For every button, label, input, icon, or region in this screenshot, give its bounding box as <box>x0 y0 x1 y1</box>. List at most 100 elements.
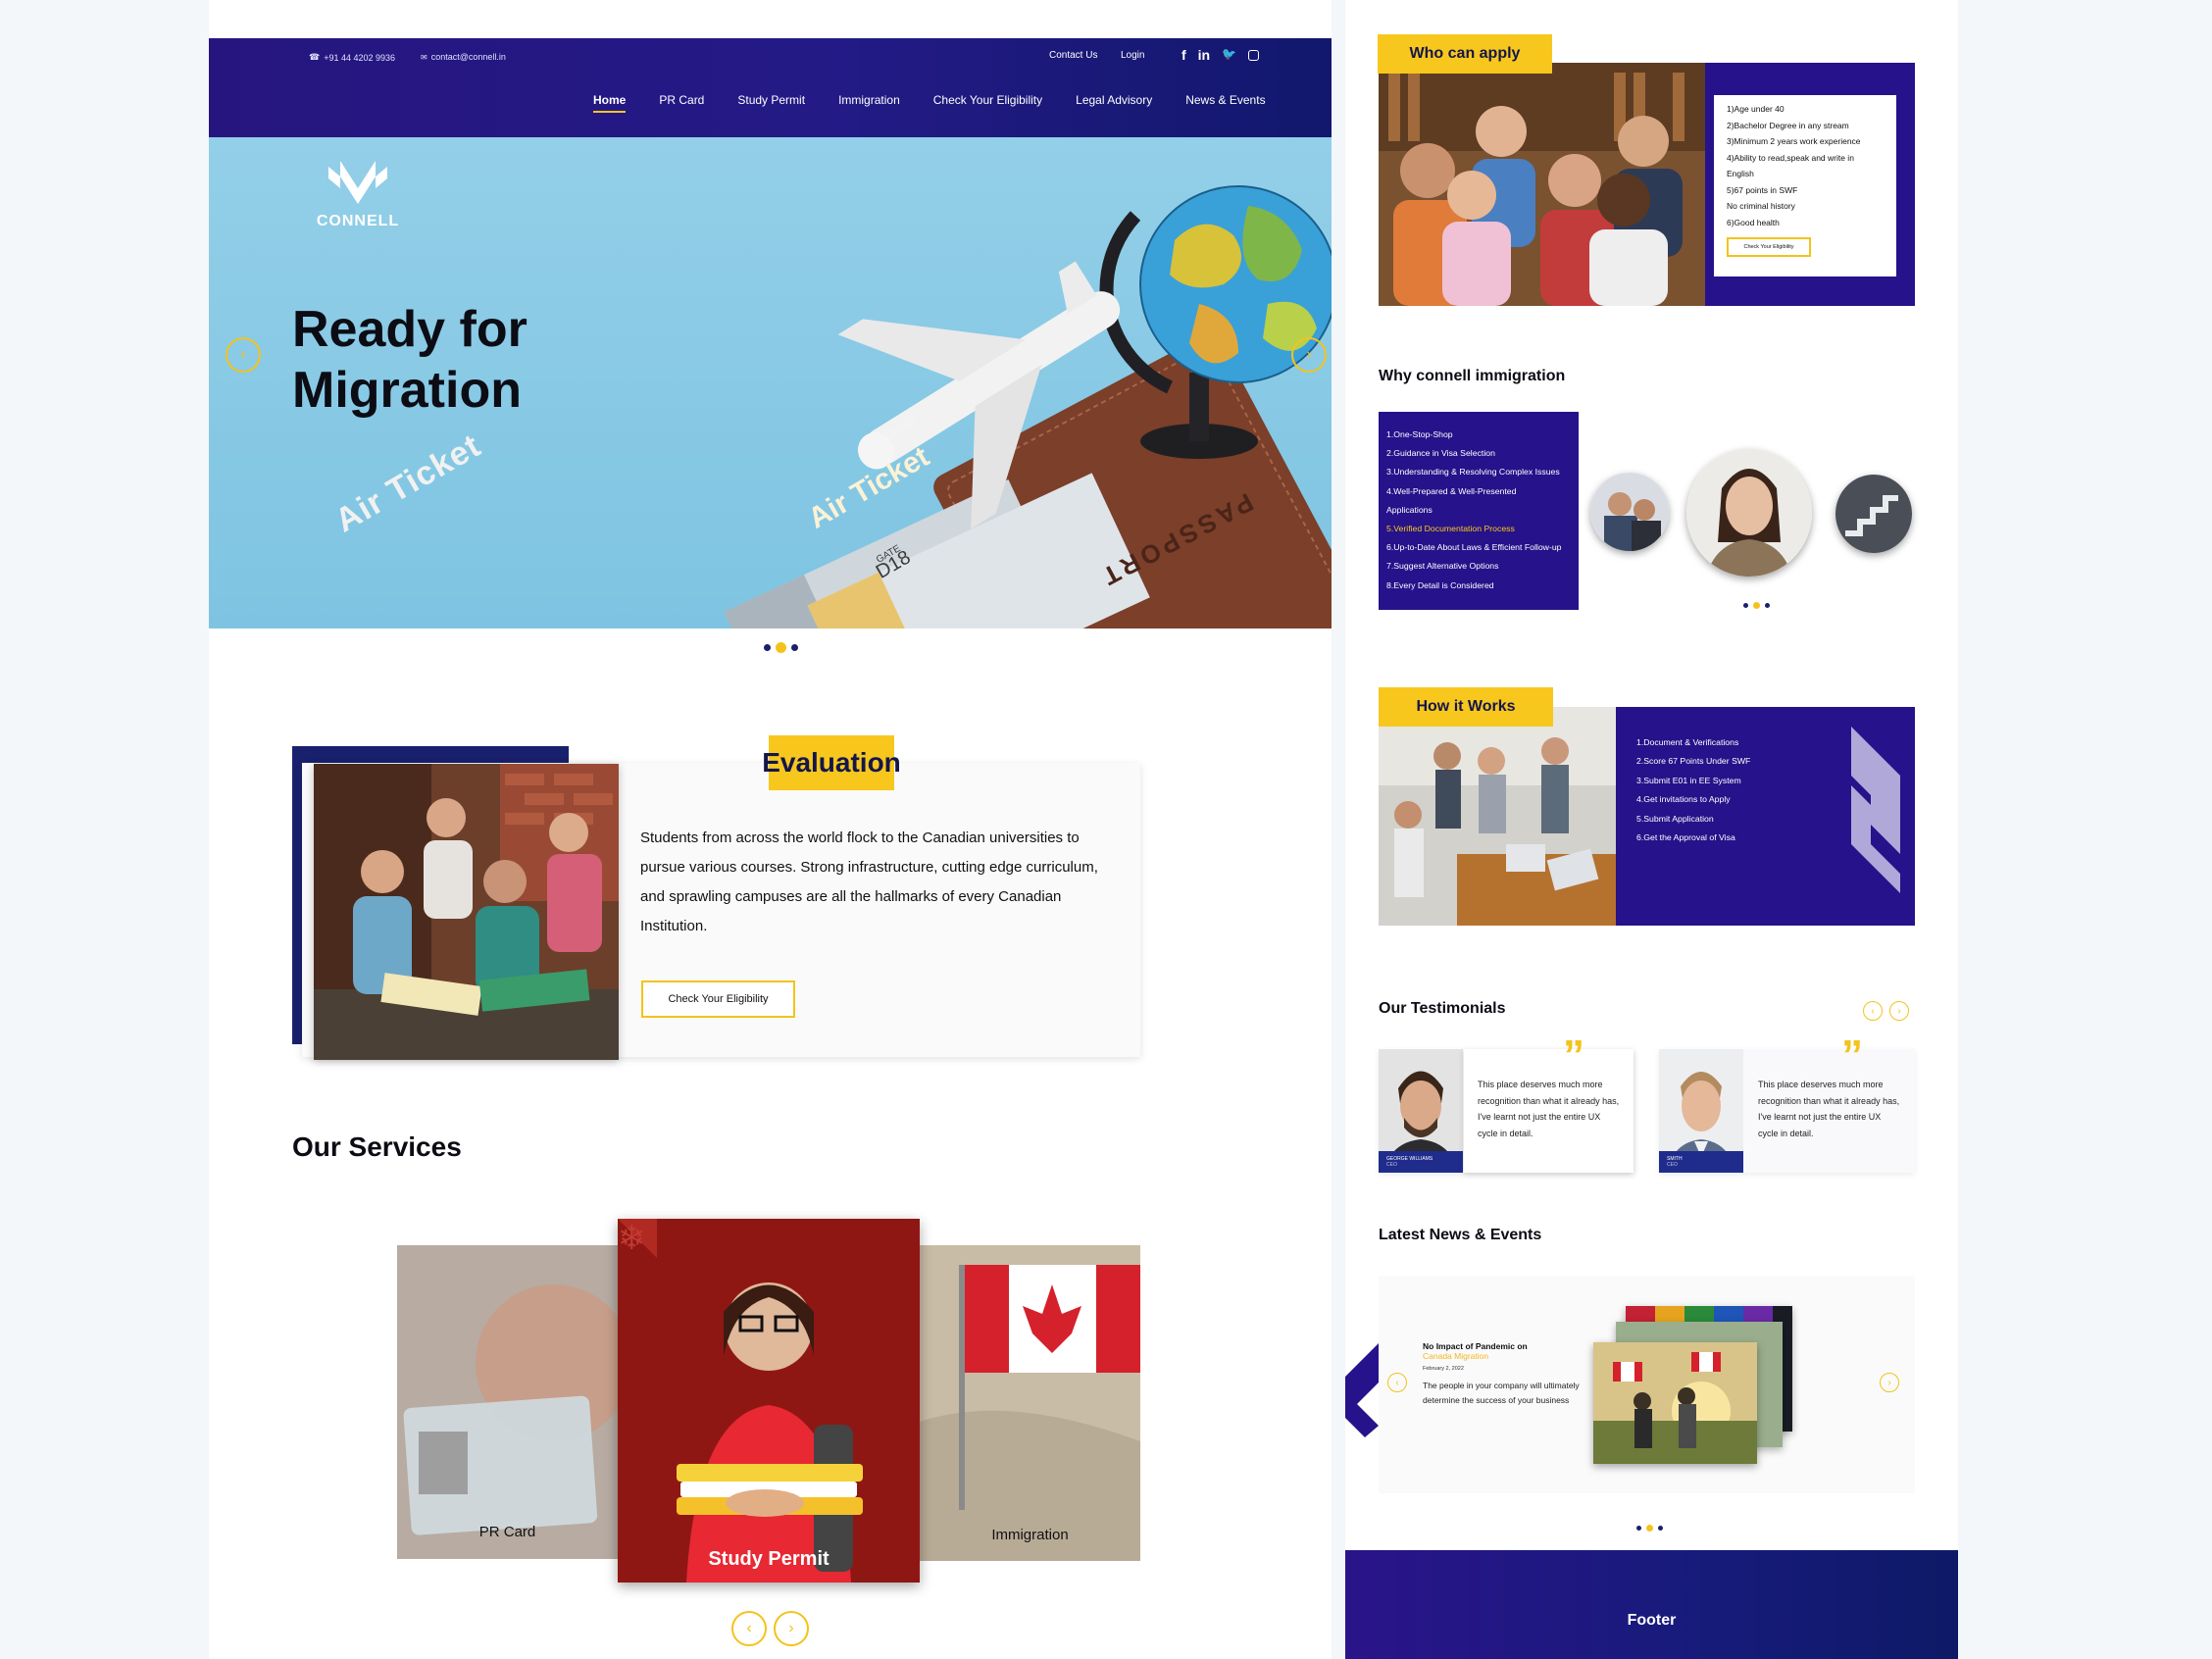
quote-icon: ” <box>1563 1031 1584 1080</box>
quote-icon: ” <box>1841 1031 1863 1080</box>
who-can-apply-photo <box>1379 63 1705 306</box>
criteria-item: 2)Bachelor Degree in any stream <box>1727 120 1849 130</box>
pagination-dot[interactable] <box>1636 1526 1641 1531</box>
testimonial-text-2: This place deserves much more recognitio… <box>1744 1049 1915 1173</box>
testimonial-photo-2: SMITH CEO <box>1659 1049 1743 1173</box>
pagination-dot[interactable] <box>1765 603 1770 608</box>
why-connell-title: Why connell immigration <box>1379 368 1566 384</box>
reason-item-highlighted: 5.Verified Documentation Process <box>1386 524 1515 534</box>
study-permit-image <box>618 1219 920 1583</box>
phone-icon: ☎ <box>309 52 321 62</box>
service-label-pr-card: PR Card <box>478 1524 536 1540</box>
home-page: ☎ +91 44 4202 9936 ✉ contact@connell.in … <box>209 0 1332 1659</box>
service-card-pr-card[interactable]: PR Card <box>397 1245 618 1559</box>
news-image-front[interactable] <box>1593 1342 1757 1464</box>
chevron-left-icon: ‹ <box>746 1620 752 1636</box>
facebook-icon[interactable]: f <box>1181 47 1186 63</box>
why-connell-image-2[interactable] <box>1686 449 1812 577</box>
how-it-works-steps: 1.Document & Verifications 2.Score 67 Po… <box>1636 733 1750 847</box>
top-header: ☎ +91 44 4202 9936 ✉ contact@connell.in … <box>209 38 1332 137</box>
services-next-button[interactable]: › <box>774 1611 809 1646</box>
news-pagination <box>1636 1525 1663 1532</box>
nav-immigration[interactable]: Immigration <box>838 93 900 113</box>
main-nav: Home PR Card Study Permit Immigration Ch… <box>593 93 1266 113</box>
why-connell-pagination <box>1743 602 1770 609</box>
footer: Footer <box>1345 1550 1958 1659</box>
testimonials-prev-button[interactable]: ‹ <box>1863 1001 1883 1021</box>
reason-item: 3.Understanding & Resolving Complex Issu… <box>1386 467 1560 478</box>
testimonial-name-1: GEORGE WILLIAMS CEO <box>1379 1151 1463 1173</box>
connell-logo[interactable]: CONNELL <box>307 159 409 230</box>
news-next-button[interactable]: › <box>1880 1373 1899 1392</box>
phone-contact[interactable]: ☎ +91 44 4202 9936 <box>309 52 395 63</box>
service-label-immigration: Immigration <box>991 1527 1069 1543</box>
service-card-study-permit[interactable]: ❄ Study Permit <box>618 1219 920 1583</box>
testimonial-card-2: SMITH CEO This place deserves much more r… <box>1659 1034 1915 1173</box>
login-link[interactable]: Login <box>1121 50 1144 61</box>
news-article[interactable]: No Impact of Pandemic on Canada Migratio… <box>1423 1341 1580 1407</box>
chevron-right-icon: › <box>1887 1377 1891 1388</box>
pagination-dot-active[interactable] <box>1646 1525 1653 1532</box>
news-title: Latest News & Events <box>1379 1227 1542 1243</box>
criteria-item: English <box>1727 169 1754 178</box>
who-can-apply-list: 1)Age under 40 2)Bachelor Degree in any … <box>1727 101 1896 230</box>
reason-item: 7.Suggest Alternative Options <box>1386 561 1499 572</box>
pagination-dot-active[interactable] <box>776 642 786 653</box>
reason-item: 1.One-Stop-Shop <box>1386 429 1453 439</box>
pagination-dot-active[interactable] <box>1753 602 1760 609</box>
evaluation-badge: Evaluation <box>762 735 901 790</box>
linkedin-icon[interactable]: in <box>1198 47 1210 63</box>
who-can-apply-eligibility-button[interactable]: Check Your Eligibility <box>1727 237 1811 257</box>
contact-us-link[interactable]: Contact Us <box>1049 50 1097 61</box>
instagram-icon[interactable] <box>1248 50 1260 61</box>
services-prev-button[interactable]: ‹ <box>731 1611 767 1646</box>
pagination-dot[interactable] <box>791 644 798 651</box>
footer-label: Footer <box>1627 1612 1677 1629</box>
nav-check-eligibility[interactable]: Check Your Eligibility <box>933 93 1042 113</box>
nav-pr-card[interactable]: PR Card <box>659 93 704 113</box>
why-connell-list: 1.One-Stop-Shop 2.Guidance in Visa Selec… <box>1379 412 1579 610</box>
step-item: 4.Get invitations to Apply <box>1636 794 1731 805</box>
testimonial-card-1: GEORGE WILLIAMS CEO This place deserves m… <box>1379 1034 1634 1173</box>
check-eligibility-button[interactable]: Check Your Eligibility <box>641 980 795 1018</box>
step-item: 5.Submit Application <box>1636 813 1714 824</box>
twitter-icon[interactable]: 🐦 <box>1222 47 1236 63</box>
why-connell-image-1[interactable] <box>1590 473 1669 551</box>
testimonials-next-button[interactable]: › <box>1889 1001 1909 1021</box>
criteria-item: 3)Minimum 2 years work experience <box>1727 136 1861 146</box>
service-label-study-permit: Study Permit <box>708 1548 830 1570</box>
reason-item: Applications <box>1386 504 1433 515</box>
reason-item: 8.Every Detail is Considered <box>1386 579 1494 590</box>
news-prev-button[interactable]: ‹ <box>1387 1373 1407 1392</box>
nav-news-events[interactable]: News & Events <box>1185 93 1265 113</box>
criteria-item: 1)Age under 40 <box>1727 104 1785 114</box>
chevron-right-icon: › <box>788 1620 794 1636</box>
chevron-right-icon: › <box>1306 346 1312 363</box>
pagination-dot[interactable] <box>1743 603 1748 608</box>
email-contact[interactable]: ✉ contact@connell.in <box>421 52 506 62</box>
pagination-dot[interactable] <box>1658 1526 1663 1531</box>
hero-prev-button[interactable]: ‹ <box>226 337 261 373</box>
how-it-works-tag: How it Works <box>1379 687 1553 727</box>
reason-item: 4.Well-Prepared & Well-Presented <box>1386 485 1517 496</box>
phone-number: +91 44 4202 9936 <box>324 52 396 63</box>
why-connell-image-3[interactable] <box>1835 475 1912 553</box>
reason-item: 6.Up-to-Date About Laws & Efficient Foll… <box>1386 542 1562 553</box>
hero-next-button[interactable]: › <box>1291 337 1327 373</box>
criteria-item: 4)Ability to read,speak and write in <box>1727 152 1854 163</box>
nav-study-permit[interactable]: Study Permit <box>737 93 805 113</box>
hero-pagination <box>764 642 798 653</box>
news-headline: No Impact of Pandemic on <box>1423 1341 1528 1351</box>
chevron-left-icon: ‹ <box>1395 1377 1399 1388</box>
mail-icon: ✉ <box>421 52 427 62</box>
connell-logo-fragment <box>1345 1343 1379 1437</box>
nav-legal-advisory[interactable]: Legal Advisory <box>1076 93 1152 113</box>
chevron-left-icon: ‹ <box>240 346 246 363</box>
criteria-item: No criminal history <box>1727 201 1795 211</box>
who-can-apply-card: 1)Age under 40 2)Bachelor Degree in any … <box>1714 95 1896 276</box>
nav-home[interactable]: Home <box>593 93 627 113</box>
sections-page: Who can apply 1)Age under 40 2)Bachelor … <box>1345 0 1958 1659</box>
pagination-dot[interactable] <box>764 644 771 651</box>
service-card-immigration[interactable]: Immigration <box>920 1245 1140 1561</box>
testimonial-photo-1: GEORGE WILLIAMS CEO <box>1379 1049 1463 1173</box>
